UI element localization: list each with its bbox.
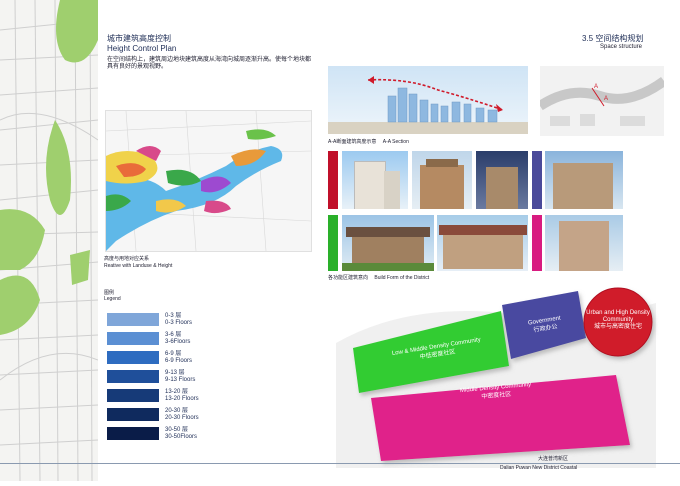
band-magenta [532,215,542,271]
legend-swatch [107,389,159,402]
legend-swatch [107,351,159,364]
legend-item: 9-13 层 9-13 Floors [107,370,237,384]
section-caption-cn: A-A断面建筑高度示意 [328,139,377,145]
legend-item: 30-50 层 30-50Floors [107,427,237,441]
form-caption-en: Build Form of the District [374,275,430,281]
legend-label-en: 6-9 Floors [165,357,193,364]
legend-swatch [107,427,159,440]
legend-swatch [107,332,159,345]
legend-label-en: 20-30 Floors [165,414,199,421]
photo-apartment-brown [412,151,472,209]
right-title-cn: 3.5 空间结构规划 [582,34,644,43]
legend-label-en: 0-3 Floors [165,319,193,326]
marker-a-top: A [594,84,598,90]
photo-midrise [545,215,623,271]
section-aa-graphic [328,76,528,134]
left-paragraph: 在空间结构上，建筑周边地块建筑高度从海湾向城周逐渐升高。使每个地块都具有良好的景… [107,57,312,70]
aerial-sketch-graphic: A A [537,76,667,126]
footer-cn: 大连普湾新区 [538,456,569,462]
zone-urban-high-label: Urban and High Density Community 城市与高密度住… [584,310,652,331]
right-title-en: Space structure [600,44,643,50]
left-title-cn: 城市建筑高度控制 [107,34,171,43]
band-green [328,215,338,271]
form-caption: 各功能区建筑意向 Build Form of the District [328,275,429,281]
map-caption-cn: 高度与用地对应关系 [104,256,150,262]
section-aa-image [328,66,528,134]
legend-title-en: Legend [104,296,121,302]
height-legend: 0-3 层 0-3 Floors 3-6 层 3-6Floors 6-9 层 6… [107,313,237,448]
legend-label-en: 9-13 Floors [165,376,196,383]
photo-townhouse [437,215,528,271]
photo-highrise-hotel [342,151,408,209]
photo-villa-stone [342,215,434,271]
photo-apartment-dusk [476,151,528,209]
section-caption: A-A断面建筑高度示意 A-A Section [328,139,409,145]
band-red [328,151,338,209]
legend-swatch [107,370,159,383]
legend-item: 13-20 层 13-20 Floors [107,389,237,403]
legend-item: 6-9 层 6-9 Floors [107,351,237,365]
section-caption-en: A-A Section [382,139,409,145]
city-street-map-graphic [0,0,99,482]
zone-urban-high-cn: 城市与高密度住宅 [593,324,642,330]
legend-item: 3-6 层 3-6Floors [107,332,237,346]
left-title-en: Height Control Plan [107,44,177,53]
marker-a-bottom: A [604,96,608,102]
photo-apartment-beige [545,151,623,209]
zone-urban-high-en: Urban and High Density Community [586,310,650,323]
map-caption-en: Reative with Landuse & Height [104,263,173,269]
city-street-map [0,0,99,482]
footer-rule [0,463,680,464]
aerial-sketch: A A [537,66,667,136]
band-purple [532,151,542,209]
legend-swatch [107,313,159,326]
legend-label-en: 30-50Floors [165,433,198,440]
legend-item: 20-30 层 20-30 Floors [107,408,237,422]
landuse-height-map [105,110,312,252]
form-caption-cn: 各功能区建筑意向 [328,275,369,281]
footer-en: Dalian Puwan New District Coastal [500,465,578,471]
density-diagram: Low & Middle Density Community 中低密度社区 Go… [326,283,666,468]
legend-label-en: 13-20 Floors [165,395,199,402]
legend-label-en: 3-6Floors [165,338,191,345]
legend-swatch [107,408,159,421]
landuse-height-map-graphic [105,110,312,252]
legend-item: 0-3 层 0-3 Floors [107,313,237,327]
